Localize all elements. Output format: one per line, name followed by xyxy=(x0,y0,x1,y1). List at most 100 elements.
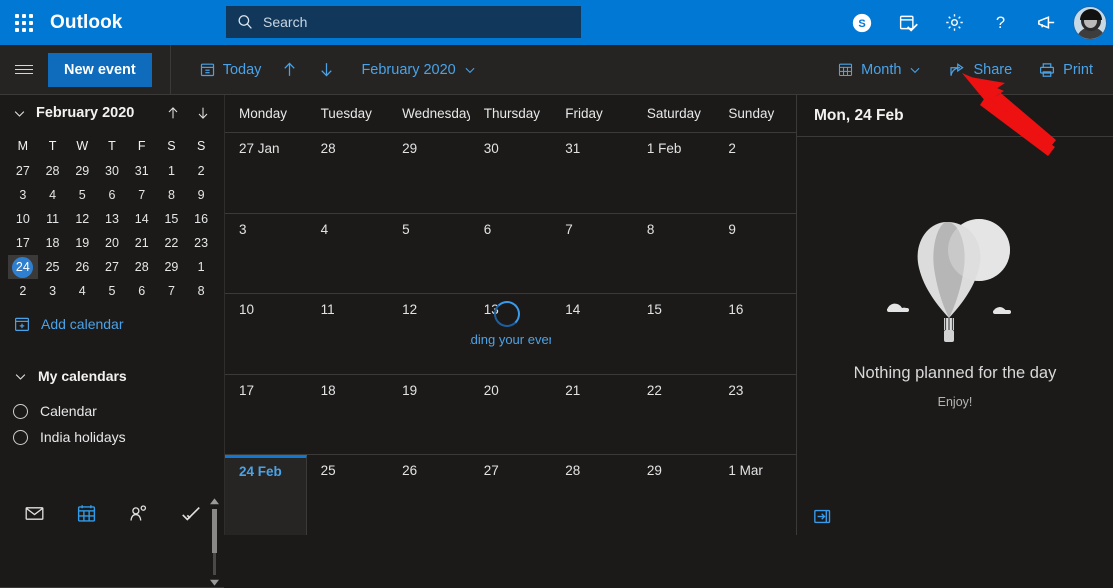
calendar-day-cell[interactable]: 21 xyxy=(551,375,633,455)
add-calendar-button[interactable]: Add calendar xyxy=(0,303,224,333)
calendar-day-cell[interactable]: 15 xyxy=(633,294,715,374)
nav-mail-button[interactable] xyxy=(16,496,52,532)
mini-day[interactable]: 2 xyxy=(8,279,38,303)
period-picker-button[interactable]: February 2020 xyxy=(351,56,486,84)
mini-day[interactable]: 10 xyxy=(8,207,38,231)
calendar-list-item-india-holidays[interactable]: India holidays xyxy=(0,429,224,445)
mini-day[interactable]: 6 xyxy=(127,279,157,303)
view-switcher-button[interactable]: Month xyxy=(827,55,932,84)
mini-day[interactable]: 29 xyxy=(67,159,97,183)
previous-period-button[interactable] xyxy=(271,54,308,85)
calendar-day-cell[interactable]: 12 xyxy=(388,294,470,374)
settings-button[interactable] xyxy=(931,0,977,45)
menu-toggle-button[interactable] xyxy=(0,45,48,95)
calendar-day-cell[interactable]: 9 xyxy=(714,214,796,294)
mini-day[interactable]: 28 xyxy=(127,255,157,279)
calendar-day-cell[interactable]: 23 xyxy=(714,375,796,455)
calendar-day-cell[interactable]: 20 xyxy=(470,375,552,455)
mini-day[interactable]: 18 xyxy=(38,231,68,255)
mini-day[interactable]: 12 xyxy=(67,207,97,231)
mini-day[interactable]: 27 xyxy=(97,255,127,279)
mini-day[interactable]: 5 xyxy=(97,279,127,303)
mini-day[interactable]: 30 xyxy=(97,159,127,183)
mini-day[interactable]: 2 xyxy=(186,159,216,183)
announcements-button[interactable] xyxy=(1023,0,1069,45)
new-event-button[interactable]: New event xyxy=(48,53,152,87)
mini-day[interactable]: 6 xyxy=(97,183,127,207)
skype-button[interactable]: S xyxy=(839,0,885,45)
mini-day[interactable]: 7 xyxy=(157,279,187,303)
calendar-day-cell[interactable]: 26 xyxy=(388,455,470,535)
calendar-day-cell-today[interactable]: 24 Feb xyxy=(225,455,307,535)
print-button[interactable]: Print xyxy=(1028,55,1103,85)
calendar-day-cell[interactable]: 16 xyxy=(714,294,796,374)
mini-day[interactable]: 31 xyxy=(127,159,157,183)
calendar-day-cell[interactable]: 6 xyxy=(470,214,552,294)
scroll-down-icon[interactable] xyxy=(209,578,220,587)
share-button[interactable]: Share xyxy=(938,55,1022,85)
user-avatar[interactable] xyxy=(1073,6,1107,40)
mini-day[interactable]: 22 xyxy=(157,231,187,255)
mini-day[interactable]: 13 xyxy=(97,207,127,231)
calendar-day-cell-loading[interactable]: 13 Loading your events ... xyxy=(470,294,552,374)
help-button[interactable]: ? xyxy=(977,0,1023,45)
next-period-button[interactable] xyxy=(308,54,345,85)
mini-day[interactable]: 8 xyxy=(157,183,187,207)
mini-day[interactable]: 15 xyxy=(157,207,187,231)
calendar-day-cell[interactable]: 1 Feb xyxy=(633,133,715,213)
calendar-day-cell[interactable]: 8 xyxy=(633,214,715,294)
search-box[interactable] xyxy=(226,6,581,38)
mini-day[interactable]: 28 xyxy=(38,159,68,183)
calendar-day-cell[interactable]: 11 xyxy=(307,294,389,374)
mini-day[interactable]: 3 xyxy=(8,183,38,207)
calendar-day-cell[interactable]: 29 xyxy=(633,455,715,535)
mini-day[interactable]: 17 xyxy=(8,231,38,255)
calendar-day-cell[interactable]: 28 xyxy=(551,455,633,535)
mini-day[interactable]: 26 xyxy=(67,255,97,279)
mini-day-selected[interactable]: 24 xyxy=(8,255,38,279)
mini-calendar-next-button[interactable] xyxy=(190,100,216,126)
mini-day[interactable]: 9 xyxy=(186,183,216,207)
calendar-day-cell[interactable]: 28 xyxy=(307,133,389,213)
mini-day[interactable]: 1 xyxy=(186,255,216,279)
mini-day[interactable]: 4 xyxy=(38,183,68,207)
nav-todo-button[interactable] xyxy=(173,496,209,532)
search-input[interactable] xyxy=(263,14,571,30)
calendar-group-my-calendars[interactable]: My calendars xyxy=(0,359,224,393)
calendar-day-cell[interactable]: 31 xyxy=(551,133,633,213)
mini-day[interactable]: 4 xyxy=(67,279,97,303)
mini-day[interactable]: 11 xyxy=(38,207,68,231)
calendar-day-cell[interactable]: 18 xyxy=(307,375,389,455)
calendar-day-cell[interactable]: 25 xyxy=(307,455,389,535)
calendar-day-cell[interactable]: 29 xyxy=(388,133,470,213)
calendar-day-cell[interactable]: 5 xyxy=(388,214,470,294)
mini-day[interactable]: 25 xyxy=(38,255,68,279)
mini-day[interactable]: 3 xyxy=(38,279,68,303)
calendar-day-cell[interactable]: 30 xyxy=(470,133,552,213)
calendar-day-cell[interactable]: 3 xyxy=(225,214,307,294)
mini-calendar-prev-button[interactable] xyxy=(160,100,186,126)
mini-calendar-expand-button[interactable] xyxy=(8,100,30,126)
calendar-day-cell[interactable]: 27 Jan xyxy=(225,133,307,213)
mini-day[interactable]: 14 xyxy=(127,207,157,231)
calendar-day-cell[interactable]: 2 xyxy=(714,133,796,213)
calendar-day-cell[interactable]: 19 xyxy=(388,375,470,455)
mini-day[interactable]: 8 xyxy=(186,279,216,303)
expand-panel-button[interactable] xyxy=(811,505,837,527)
mini-day[interactable]: 7 xyxy=(127,183,157,207)
calendar-day-cell[interactable]: 7 xyxy=(551,214,633,294)
mini-day[interactable]: 27 xyxy=(8,159,38,183)
calendar-day-cell[interactable]: 10 xyxy=(225,294,307,374)
calendar-day-cell[interactable]: 1 Mar xyxy=(714,455,796,535)
nav-people-button[interactable] xyxy=(121,496,157,532)
today-button[interactable]: Today xyxy=(189,55,272,84)
calendar-check-button[interactable] xyxy=(885,0,931,45)
calendar-list-item-calendar[interactable]: Calendar xyxy=(0,393,224,429)
mini-day[interactable]: 5 xyxy=(67,183,97,207)
calendar-day-cell[interactable]: 17 xyxy=(225,375,307,455)
calendar-day-cell[interactable]: 14 xyxy=(551,294,633,374)
calendar-day-cell[interactable]: 4 xyxy=(307,214,389,294)
nav-calendar-button[interactable] xyxy=(68,496,104,532)
mini-day[interactable]: 1 xyxy=(157,159,187,183)
calendar-day-cell[interactable]: 22 xyxy=(633,375,715,455)
